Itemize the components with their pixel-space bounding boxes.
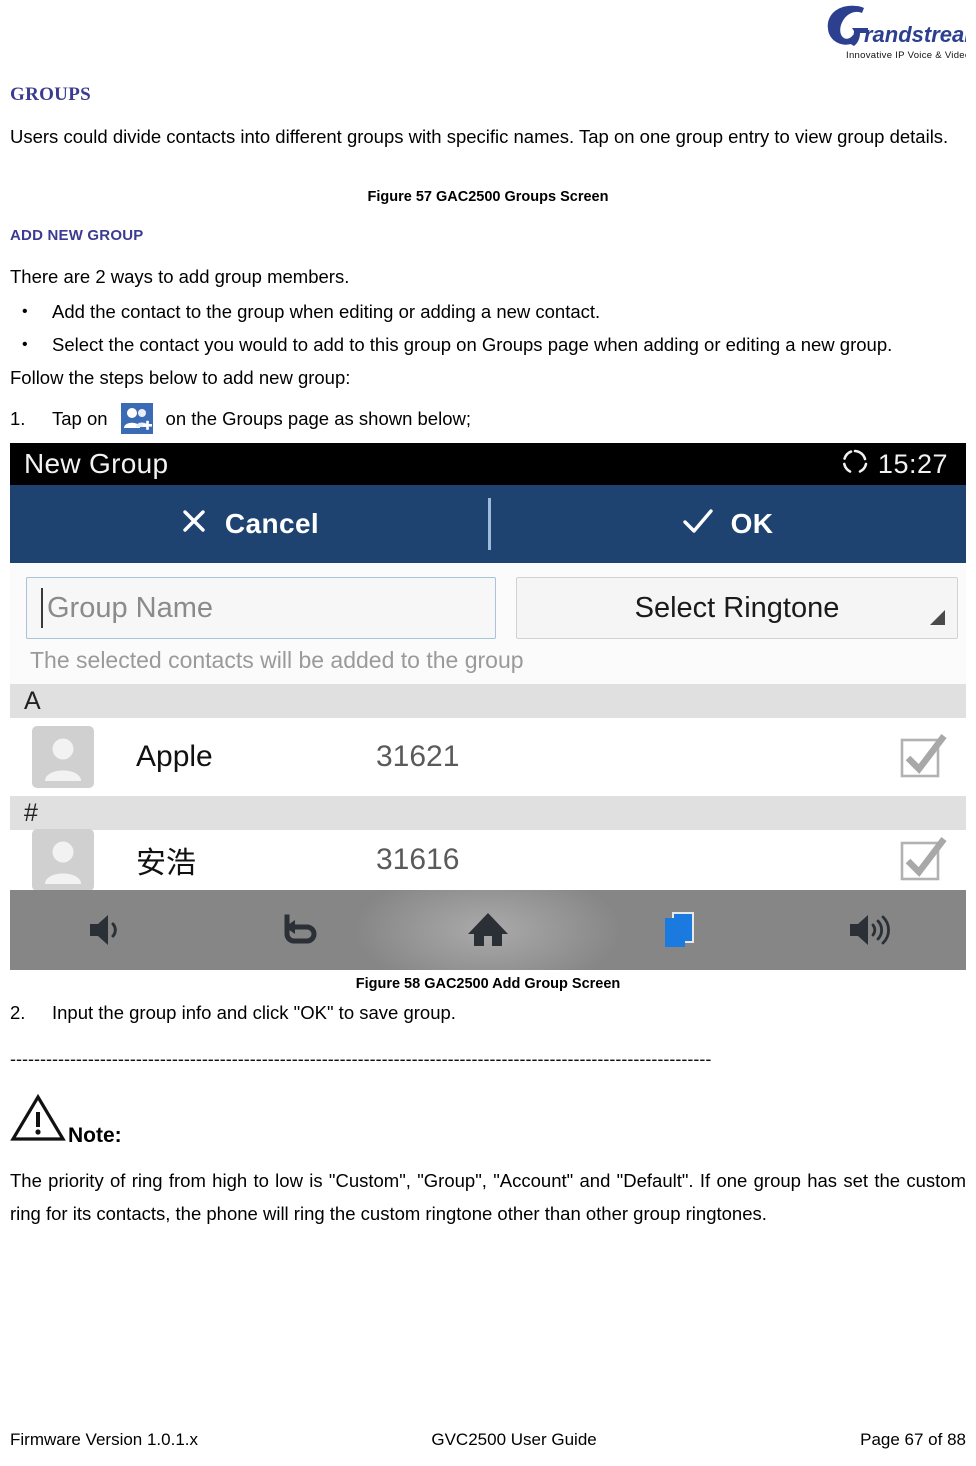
add-group-icon (116, 402, 158, 435)
horizontal-dashed-rule: ----------------------------------------… (10, 1051, 712, 1067)
figure-57-caption: Figure 57 GAC2500 Groups Screen (367, 189, 609, 205)
grandstream-logo: randstream Innovative IP Voice & Video (816, 2, 966, 64)
device-navigation-bar (10, 890, 966, 970)
corner-triangle-icon (930, 610, 945, 625)
device-action-bar: Cancel OK (10, 485, 966, 563)
footer-page-number: Page 67 of 88 (860, 1430, 966, 1449)
home-icon[interactable] (433, 890, 543, 970)
contact-number: 31621 (376, 740, 460, 773)
action-bar-divider (488, 498, 491, 550)
select-ringtone-dropdown[interactable]: Select Ringtone (516, 577, 958, 639)
subsection-title: ADD NEW GROUP (10, 227, 144, 244)
volume-up-icon[interactable] (815, 890, 925, 970)
page-header: randstream Innovative IP Voice & Video (10, 0, 966, 74)
device-clock: 15:27 (877, 448, 948, 479)
device-screen-title: New Group (24, 448, 169, 479)
sync-circle-icon (841, 448, 869, 481)
checkbox-checked-icon[interactable] (898, 732, 948, 782)
page-footer: Firmware Version 1.0.1.x GVC2500 User Gu… (10, 1430, 966, 1450)
group-name-placeholder: Group Name (47, 591, 214, 624)
note-block-header: Note: (10, 1093, 966, 1148)
step-2-number: 2. (10, 1002, 26, 1023)
svg-text:randstream: randstream (864, 22, 966, 47)
note-paragraph: The priority of ring from high to low is… (10, 1170, 966, 1224)
device-status-bar: New Group 15:27 (10, 443, 966, 485)
close-x-icon (179, 506, 209, 543)
contact-section-header-hash: # (10, 796, 966, 830)
footer-firmware: Firmware Version 1.0.1.x (10, 1430, 199, 1449)
list-item: Add the contact to the group when editin… (10, 295, 966, 328)
step-1-text-after: on the Groups page as shown below; (165, 408, 471, 429)
checkbox-checked-icon[interactable] (898, 835, 948, 885)
page-title: GROUPS (10, 84, 91, 105)
grandstream-logo-mark: randstream Innovative IP Voice & Video (827, 5, 966, 61)
contact-number: 31616 (376, 843, 460, 876)
contact-name: 安浩 (136, 847, 196, 880)
back-icon[interactable] (242, 890, 352, 970)
select-ringtone-label: Select Ringtone (634, 591, 840, 624)
ok-button[interactable]: OK (488, 485, 966, 563)
bullet-list: Add the contact to the group when editin… (10, 295, 966, 361)
contact-section-header-a: A (10, 684, 966, 718)
follow-steps-paragraph: Follow the steps below to add new group: (10, 367, 351, 388)
person-avatar-icon (32, 726, 94, 788)
step-2-text: Input the group info and click "OK" to s… (52, 1002, 456, 1023)
ways-intro-paragraph: There are 2 ways to add group members. (10, 266, 350, 287)
step-1-number: 1. (10, 408, 26, 429)
step-1: 1. Tap on on the Groups page as shown be… (10, 402, 966, 435)
step-1-text-before: Tap on (52, 408, 108, 429)
step-2: 2. Input the group info and click "OK" t… (10, 996, 966, 1029)
footer-guide-title: GVC2500 User Guide (431, 1430, 597, 1449)
warning-triangle-icon (10, 1093, 66, 1148)
list-item: Select the contact you would to add to t… (10, 328, 966, 361)
text-caret (41, 588, 43, 628)
recent-apps-icon[interactable] (624, 890, 734, 970)
cancel-button-label: Cancel (224, 508, 320, 539)
device-status-right: 15:27 (841, 448, 948, 481)
contact-name: Apple (136, 740, 213, 773)
note-label: Note: (68, 1124, 122, 1147)
device-screenshot-figure-58: New Group 15:27 Cancel OK Group Name Sel… (10, 443, 966, 970)
person-avatar-icon (32, 829, 94, 891)
intro-paragraph: Users could divide contacts into differe… (10, 126, 949, 147)
form-hint-text: The selected contacts will be added to t… (30, 647, 524, 673)
svg-text:Innovative IP Voice & Video: Innovative IP Voice & Video (846, 50, 966, 61)
device-form-area: Group Name Select Ringtone The selected … (10, 563, 966, 684)
contact-row-anhao[interactable]: 安浩 31616 (10, 829, 966, 891)
contact-row-apple[interactable]: Apple 31621 (10, 718, 966, 796)
document-page: randstream Innovative IP Voice & Video G… (0, 0, 976, 1466)
check-icon (681, 506, 715, 543)
ok-button-label: OK (730, 508, 774, 539)
figure-58-caption: Figure 58 GAC2500 Add Group Screen (355, 976, 621, 992)
cancel-button[interactable]: Cancel (10, 485, 488, 563)
group-name-input[interactable]: Group Name (26, 577, 496, 639)
device-form-row: Group Name Select Ringtone (26, 577, 958, 639)
volume-down-icon[interactable] (51, 890, 161, 970)
